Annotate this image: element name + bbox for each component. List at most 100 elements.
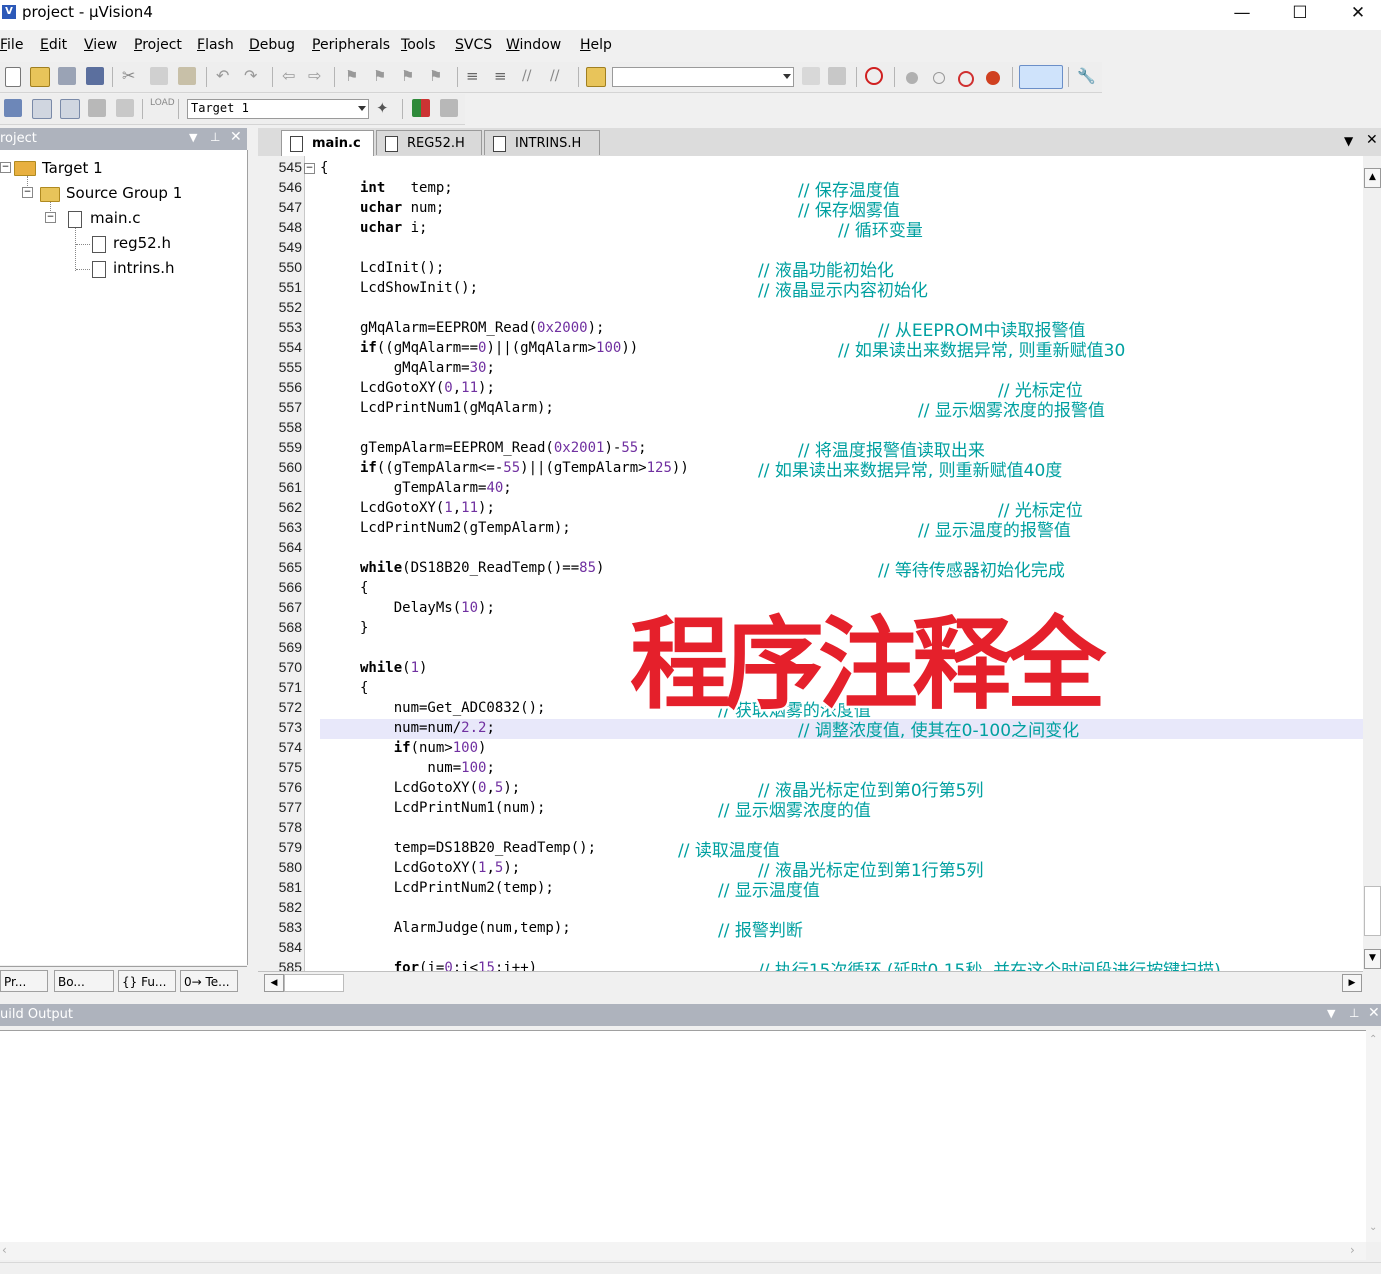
tab-list-icon[interactable]: ▼ [1344,134,1353,148]
pin-icon[interactable]: ⊥ [210,130,220,144]
menu-peripherals[interactable]: Peripherals [312,37,390,53]
fold-icon[interactable]: − [304,163,315,174]
menu-flash[interactable]: Flash [197,37,234,53]
new-file-icon[interactable] [5,67,21,87]
minimize-button[interactable]: — [1213,0,1271,28]
tab-functions[interactable]: {} Fu... [118,970,176,992]
manage-rte-icon[interactable] [440,99,458,117]
collapse-icon[interactable]: − [22,187,33,198]
editor-horizontal-scrollbar[interactable]: ◀ ▶ [258,971,1363,994]
cut-icon[interactable]: ✂ [122,67,140,85]
bookmark-next-icon[interactable]: ⚑ [401,67,419,85]
line-number: 569 [278,639,302,655]
tree-item-group[interactable]: Source Group 1 [66,184,182,202]
breakpoint-icon[interactable] [906,72,918,84]
scroll-left-icon[interactable]: ‹ [2,1243,7,1257]
indent-icon[interactable]: ≡ [466,67,484,85]
tab-templates[interactable]: 0→ Te... [180,970,238,992]
maximize-button[interactable]: ☐ [1271,0,1329,28]
menu-file[interactable]: File [0,37,23,53]
tree-item-main-c[interactable]: main.c [90,209,141,227]
rebuild-icon[interactable] [60,99,80,119]
breakpoint-kill-icon[interactable] [958,71,974,87]
find-in-files-icon[interactable] [586,67,606,87]
save-all-icon[interactable] [86,67,104,85]
menu-debug[interactable]: Debug [249,37,295,53]
unindent-icon[interactable]: ≡ [494,67,512,85]
find-icon[interactable] [802,67,820,85]
bookmark-prev-icon[interactable]: ⚑ [373,67,391,85]
target-options-icon[interactable]: ✦ [376,99,394,117]
panel-menu-icon[interactable]: ▼ [1327,1007,1335,1020]
c-file-icon [68,211,82,228]
breakpoint-kill-all-icon[interactable] [986,71,1000,85]
scroll-up-icon[interactable]: ▲ [1364,168,1381,188]
nav-forward-icon[interactable]: ⇨ [308,67,326,85]
find-combo[interactable] [612,67,794,87]
close-tab-icon[interactable]: ✕ [1366,132,1378,148]
panel-close-icon[interactable]: ✕ [230,129,242,145]
project-panel-tabs: Pr... Bo... {} Fu... 0→ Te... [0,966,247,997]
batch-build-icon[interactable] [88,99,106,117]
tab-main-c[interactable]: main.c [281,130,374,157]
manage-components-icon[interactable] [412,99,430,117]
save-icon[interactable] [58,67,76,85]
scroll-right-icon[interactable]: › [1350,1243,1355,1257]
code-line: { [320,160,329,176]
copy-icon[interactable] [150,67,168,85]
menu-tools[interactable]: Tools [401,37,436,53]
build-output-scrollbar[interactable]: ⌃ ⌄ [1366,1030,1381,1242]
tab-project[interactable]: Pr... [0,970,48,992]
menu-help[interactable]: Help [580,37,612,53]
editor-vertical-scrollbar[interactable]: ▲ ▼ [1363,156,1381,971]
menu-project[interactable]: Project [134,37,182,53]
panel-menu-icon[interactable]: ▼ [189,131,197,144]
paste-icon[interactable] [178,67,196,85]
tree-item-target[interactable]: Target 1 [42,159,103,177]
build-output-hscrollbar[interactable]: ‹ › [0,1242,1366,1260]
configure-icon[interactable]: 🔧 [1077,67,1096,85]
build-output-body[interactable] [0,1030,1366,1243]
target-select[interactable]: Target 1 [187,99,369,119]
window-layout-icon[interactable] [1019,65,1063,89]
scroll-down-icon[interactable]: ⌄ [1369,1222,1377,1233]
breakpoint-disable-icon[interactable] [933,72,945,84]
comment-icon[interactable]: // [522,67,540,85]
pin-icon[interactable]: ⊥ [1349,1006,1359,1020]
open-folder-icon[interactable] [30,67,50,87]
bookmark-clear-icon[interactable]: ⚑ [429,67,447,85]
panel-close-icon[interactable]: ✕ [1368,1005,1380,1021]
menu-edit[interactable]: Edit [40,37,67,53]
code-editor[interactable]: 545 546 547 548 549 550 551 552 553 554 555 556 557 5… [258,156,1363,971]
translate-icon[interactable] [4,99,22,117]
redo-icon[interactable]: ↷ [244,67,262,85]
menu-window[interactable]: Window [506,37,561,53]
close-button[interactable]: ✕ [1329,0,1381,28]
bookmark-toggle-icon[interactable]: ⚑ [345,67,363,85]
tree-item-reg52[interactable]: reg52.h [113,234,171,252]
undo-icon[interactable]: ↶ [216,67,234,85]
tab-reg52-h[interactable]: REG52.H [376,130,482,155]
menu-svcs[interactable]: SVCS [455,37,492,53]
scroll-down-icon[interactable]: ▼ [1364,949,1381,969]
collapse-icon[interactable]: − [0,162,11,173]
incremental-find-icon[interactable] [828,67,846,85]
download-icon[interactable]: LOAD [150,99,175,117]
tab-intrins-h[interactable]: INTRINS.H [484,130,600,155]
toolbar-separator [112,67,113,87]
line-number: 580 [278,859,302,875]
menu-view[interactable]: View [84,37,117,53]
hscroll-thumb[interactable] [284,974,344,992]
scroll-left-icon[interactable]: ◀ [264,974,284,992]
scroll-right-icon[interactable]: ▶ [1342,974,1362,992]
scroll-thumb[interactable] [1364,886,1381,936]
tree-item-intrins[interactable]: intrins.h [113,259,175,277]
debug-session-icon[interactable] [865,67,883,85]
tab-books[interactable]: Bo... [54,970,114,992]
build-icon[interactable] [32,99,52,119]
uncomment-icon[interactable]: // [550,67,568,85]
scroll-up-icon[interactable]: ⌃ [1369,1034,1377,1045]
nav-back-icon[interactable]: ⇦ [282,67,300,85]
collapse-icon[interactable]: − [45,212,56,223]
stop-build-icon[interactable] [116,99,134,117]
